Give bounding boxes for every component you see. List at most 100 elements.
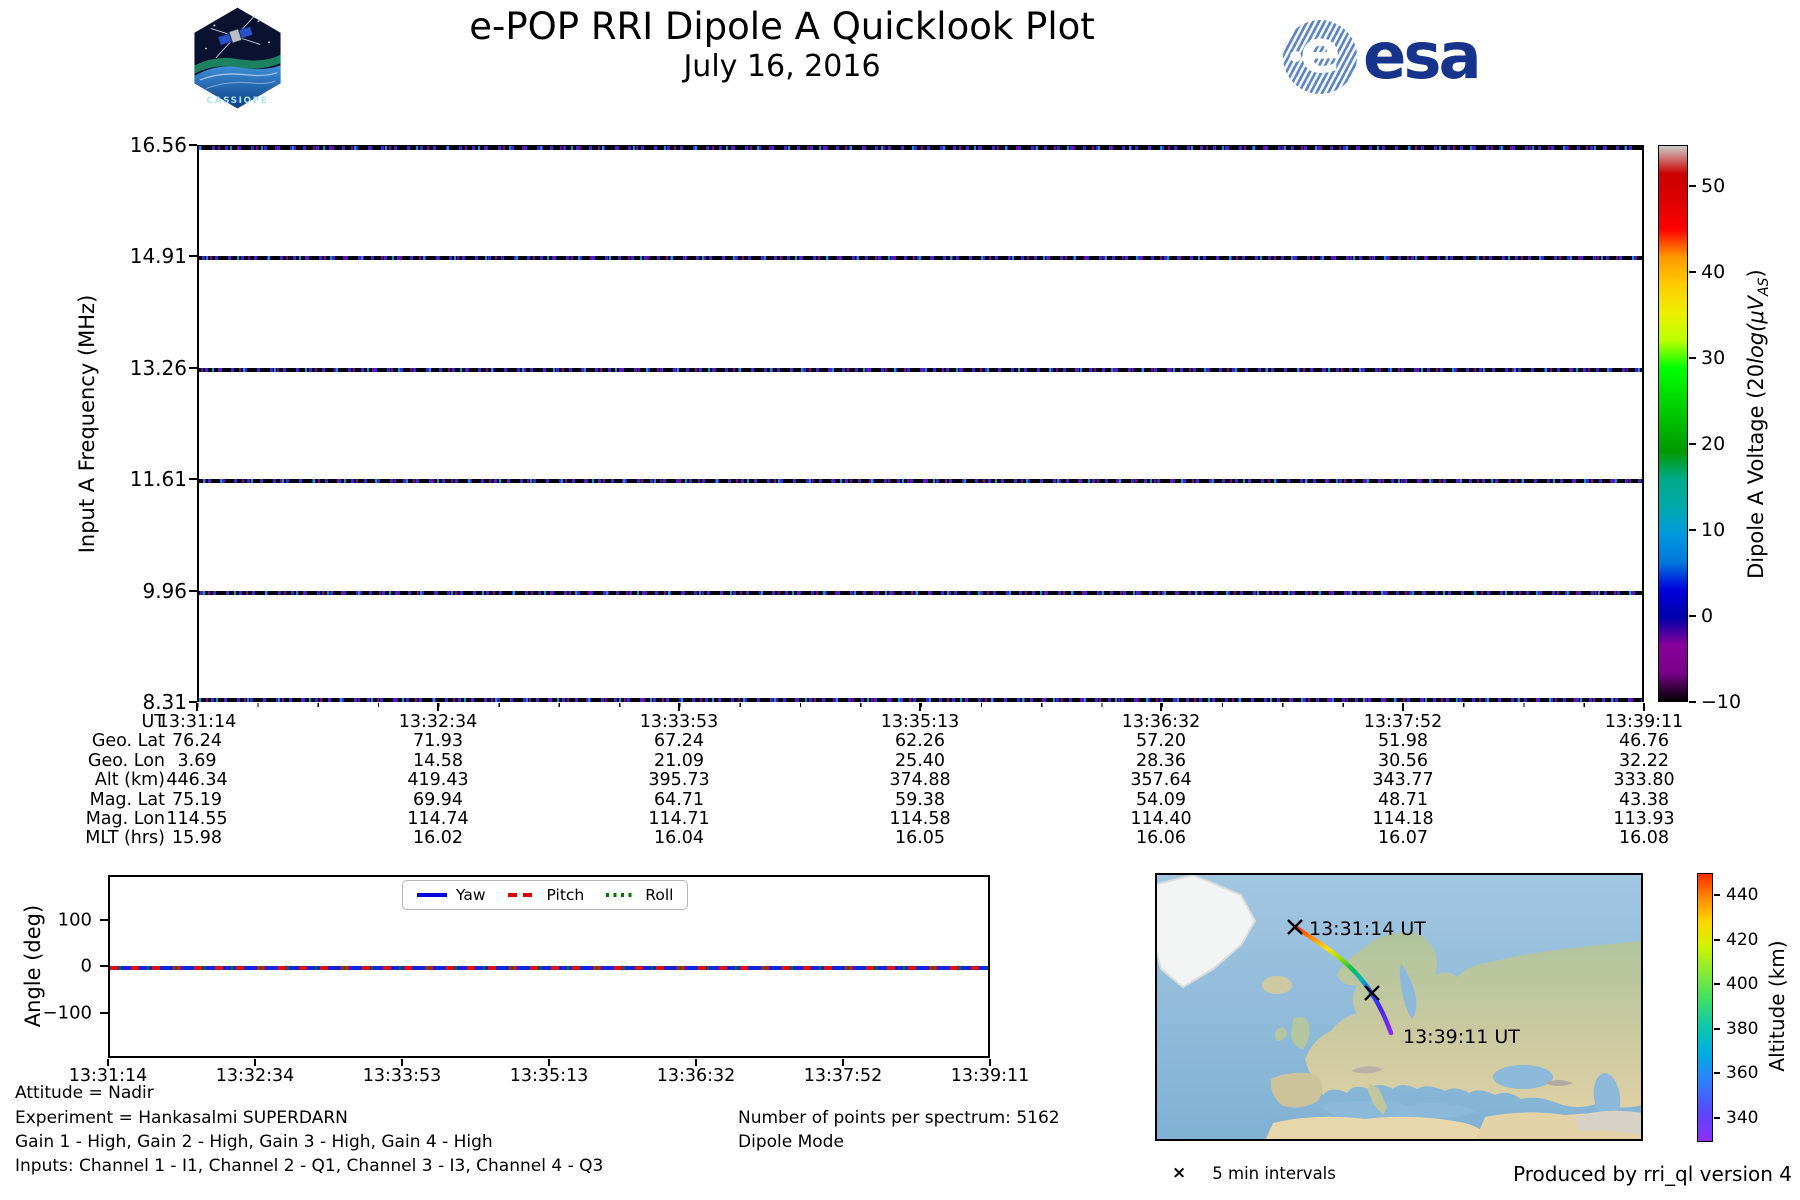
x-tick: [989, 1059, 991, 1066]
y-tick: [100, 919, 108, 921]
note-points: Number of points per spectrum: 5162: [738, 1108, 1060, 1128]
yaw-pitch-roll-zero-line: [110, 966, 988, 970]
cbar-label-prefix: Dipole A Voltage (20: [1744, 364, 1768, 579]
interval-legend-label: 5 min intervals: [1212, 1164, 1336, 1183]
cbar-tick-label: 40: [1701, 261, 1725, 283]
eph-cell: 13:31:14: [112, 713, 282, 732]
eph-cell: 114.71: [594, 810, 764, 829]
cassiope-mission-logo: CASSIOPE: [185, 2, 290, 114]
cbar-tick: [1714, 894, 1720, 896]
alt-tick-label: 400: [1726, 974, 1758, 994]
alt-tick-label: 440: [1726, 885, 1758, 905]
eph-cell: 374.88: [835, 771, 1005, 790]
eph-cell: 75.19: [112, 791, 282, 810]
legend-label-roll: Roll: [645, 886, 673, 904]
x-tick: [437, 703, 439, 711]
x-tick: [1402, 703, 1404, 711]
cbar-tick: [1689, 443, 1696, 445]
signal-band-13.26MHz: [199, 368, 1642, 372]
time-tick-label: 13:33:53: [317, 1066, 487, 1086]
signal-band-11.61MHz: [199, 479, 1642, 483]
eph-cell: 48.71: [1318, 791, 1488, 810]
y-tick: [100, 965, 108, 967]
legend-item-roll: Roll: [606, 886, 673, 904]
alt-tick-label: 360: [1726, 1063, 1758, 1083]
y-tick: [100, 1012, 108, 1014]
y-tick: [189, 590, 197, 592]
cbar-tick-label: 0: [1701, 605, 1713, 627]
eph-cell: 395.73: [594, 771, 764, 790]
note-gains: Gain 1 - High, Gain 2 - High, Gain 3 - H…: [15, 1132, 493, 1152]
angle-tick-label: 0: [24, 956, 92, 977]
eph-cell: 114.58: [835, 810, 1005, 829]
eph-cell: 13:37:52: [1318, 713, 1488, 732]
note-mode: Dipole Mode: [738, 1132, 844, 1152]
yaw-line-icon: [417, 893, 447, 897]
eph-cell: 30.56: [1318, 752, 1488, 771]
cbar-tick: [1714, 1117, 1720, 1119]
x-tick: [254, 1059, 256, 1066]
x-tick: [678, 703, 680, 711]
ephemeris-column-5: 13:36:32 57.20 28.36 357.64 54.09 114.40…: [1076, 713, 1246, 849]
eph-cell: 113.93: [1559, 810, 1729, 829]
esa-logo: e esa: [1283, 20, 1479, 94]
eph-cell: 13:39:11: [1559, 713, 1729, 732]
note-attitude: Attitude = Nadir: [15, 1083, 154, 1103]
eph-cell: 114.74: [353, 810, 523, 829]
eph-cell: 13:35:13: [835, 713, 1005, 732]
angle-tick-label: 100: [24, 910, 92, 931]
page-title: e-POP RRI Dipole A Quicklook Plot: [282, 6, 1282, 49]
x-tick: [196, 703, 198, 711]
eph-cell: 14.58: [353, 752, 523, 771]
eph-cell: 343.77: [1318, 771, 1488, 790]
eph-cell: 16.06: [1076, 829, 1246, 848]
cbar-tick: [1689, 185, 1696, 187]
eph-cell: 71.93: [353, 732, 523, 751]
eph-cell: 59.38: [835, 791, 1005, 810]
eph-cell: 419.43: [353, 771, 523, 790]
note-inputs: Inputs: Channel 1 - I1, Channel 2 - Q1, …: [15, 1156, 603, 1176]
voltage-colorbar: [1658, 145, 1688, 702]
eph-cell: 28.36: [1076, 752, 1246, 771]
eph-cell: 54.09: [1076, 791, 1246, 810]
freq-tick-label: 11.61: [102, 467, 187, 491]
cbar-tick: [1689, 529, 1696, 531]
roll-line-icon: [606, 893, 636, 897]
interval-marker-icon: ×: [1172, 1163, 1186, 1183]
figure: CASSIOPE e-POP RRI Dipole A Quicklook Pl…: [0, 0, 1800, 1200]
x-tick: [919, 703, 921, 711]
eph-cell: 446.34: [112, 771, 282, 790]
y-tick: [189, 144, 197, 146]
cbar-tick: [1714, 1072, 1720, 1074]
cbar-tick: [1714, 939, 1720, 941]
altitude-colorbar: [1697, 873, 1713, 1142]
eph-cell: 357.64: [1076, 771, 1246, 790]
alt-tick-label: 420: [1726, 930, 1758, 950]
x-tick: [695, 1059, 697, 1066]
ephemeris-column-6: 13:37:52 51.98 30.56 343.77 48.71 114.18…: [1318, 713, 1488, 849]
eph-cell: 114.40: [1076, 810, 1246, 829]
y-tick: [189, 255, 197, 257]
cbar-label-sub: AS: [1756, 277, 1772, 295]
spectrogram-plot-area: [197, 145, 1644, 702]
altitude-colorbar-label: Altitude (km): [1765, 876, 1789, 1136]
ephemeris-column-1: 13:31:14 76.24 3.69 446.34 75.19 114.55 …: [112, 713, 282, 849]
alt-tick-label: 340: [1726, 1108, 1758, 1128]
time-tick-label: 13:39:11: [905, 1066, 1075, 1086]
title-block: e-POP RRI Dipole A Quicklook Plot July 1…: [282, 6, 1282, 85]
note-experiment: Experiment = Hankasalmi SUPERDARN: [15, 1108, 348, 1128]
eph-cell: 3.69: [112, 752, 282, 771]
eph-cell: 46.76: [1559, 732, 1729, 751]
cbar-tick: [1689, 357, 1696, 359]
eph-cell: 62.26: [835, 732, 1005, 751]
page-date: July 16, 2016: [282, 49, 1282, 85]
eph-cell: 333.80: [1559, 771, 1729, 790]
pitch-line-icon: [508, 893, 538, 897]
legend-label-yaw: Yaw: [456, 886, 486, 904]
cbar-tick-label: 30: [1701, 347, 1725, 369]
cbar-tick: [1714, 983, 1720, 985]
angle-tick-label: −100: [24, 1003, 92, 1024]
signal-band-14.91MHz: [199, 256, 1642, 260]
eph-cell: 67.24: [594, 732, 764, 751]
x-tick: [401, 1059, 403, 1066]
